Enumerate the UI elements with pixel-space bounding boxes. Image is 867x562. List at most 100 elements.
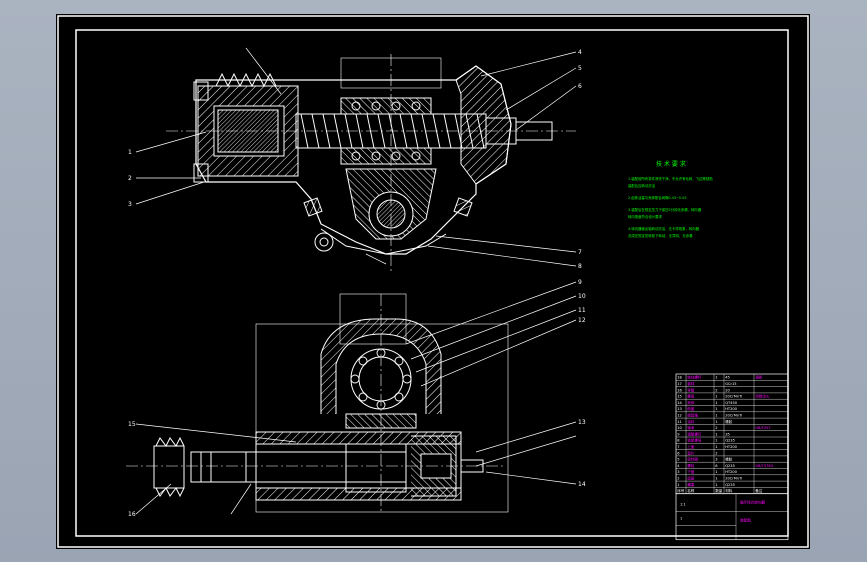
- leader-number: 2: [128, 175, 132, 182]
- parts-table-cell: 壳体: [687, 400, 695, 405]
- parts-table-cell: 15: [677, 395, 682, 399]
- parts-table-cell: 7: [677, 445, 679, 449]
- parts-table-cell: HT200: [725, 407, 737, 411]
- bottom-section-view: [126, 293, 509, 514]
- parts-table-cell: 1: [677, 483, 679, 487]
- parts-table-cell: 齿扇: [687, 476, 695, 481]
- parts-table-cell: 螺塞: [687, 482, 695, 487]
- leader-number: 8: [578, 263, 582, 270]
- parts-table-cell: 20: [725, 388, 730, 392]
- leader-number: 15: [128, 421, 136, 428]
- parts-table-cell: 8: [677, 439, 680, 443]
- parts-table-cell: 9: [677, 432, 680, 436]
- title-block-drawing-no: 装配图: [740, 518, 751, 523]
- leader-number: 14: [578, 481, 586, 488]
- parts-table-header: 数量: [715, 488, 723, 493]
- parts-table-cell: 45: [725, 376, 730, 380]
- parts-table-cell: 13: [677, 407, 682, 411]
- parts-table-cell: 螺母: [687, 394, 695, 399]
- parts-table-cell: GB/T5783: [755, 464, 773, 468]
- title-block-sheet: 1: [680, 517, 682, 521]
- parts-table-cell: HT200: [725, 445, 737, 449]
- parts-table: 18 转向螺杆 1 45 调质17 钢球 GCr1516 导管 2 2015 螺母 1 20CrMnTi…: [675, 373, 789, 541]
- parts-table-cell: 上盖: [687, 444, 695, 449]
- note-line: 3.装配后在规定压力下保压5分钟无渗漏，转向器: [628, 207, 702, 212]
- note-line: 装配后应转动灵活: [628, 183, 656, 188]
- notes-title: 技 术 要 求: [656, 160, 686, 168]
- leader-number: 6: [578, 83, 582, 90]
- parts-table-cell: 1: [715, 420, 717, 424]
- parts-table-cell: 1: [715, 376, 717, 380]
- parts-table-cell: 1: [715, 401, 717, 405]
- note-line: 1.装配前所有零件清洗干净，不允许有毛刺、飞边等缺陷: [628, 176, 713, 181]
- cad-viewport[interactable]: 1 2 3 4 5 6 7 8 9 10 11 12 13 14 15 16 技…: [56, 14, 810, 549]
- parts-table-cell: 14: [677, 401, 682, 405]
- parts-table-cell: 转向螺杆: [687, 375, 702, 380]
- parts-table-cell: 10: [677, 426, 682, 430]
- top-section-view: [166, 54, 576, 274]
- parts-table-cell: 20CrMnTi: [725, 414, 742, 418]
- parts-table-cell: 20CrMnTi: [725, 395, 742, 399]
- leader-number: 12: [578, 317, 586, 324]
- note-line: 转向角度符合设计要求: [628, 214, 663, 219]
- parts-table-cell: 3: [715, 458, 717, 462]
- parts-table-cell: 密封圈: [687, 457, 698, 462]
- parts-table-cell: 1: [715, 407, 717, 411]
- parts-table-header: 名称: [687, 488, 695, 493]
- title-block-name: 循环球式转向器: [740, 500, 766, 505]
- parts-table-cell: 下盖: [687, 469, 695, 474]
- parts-table-cell: 渗碳淬火: [755, 394, 770, 399]
- parts-table-cell: Q235: [725, 439, 735, 443]
- parts-table-cell: 侧盖: [687, 406, 695, 411]
- parts-table-cell: 3: [677, 470, 679, 474]
- parts-table-cell: 轴承: [687, 425, 695, 430]
- parts-table-header: 序号: [677, 488, 685, 493]
- note-line: 2.齿条活塞与壳体配合间隙0.03~0.05: [628, 195, 686, 200]
- leader-number: 13: [578, 419, 586, 426]
- parts-table-cell: 16: [677, 388, 682, 392]
- parts-table-cell: Q235: [725, 483, 735, 487]
- leader-number: 11: [578, 307, 586, 314]
- leader-number: 1: [128, 149, 132, 156]
- parts-table-cell: 1: [715, 483, 717, 487]
- leader-number: 3: [128, 201, 132, 208]
- parts-table-cell: 调整螺钉: [687, 431, 702, 436]
- parts-table-cell: 橡胶: [725, 457, 733, 462]
- leader-number: 9: [578, 279, 582, 286]
- parts-table-cell: 垫片: [687, 450, 695, 455]
- parts-table-cell: 6: [715, 464, 718, 468]
- parts-table-cell: 1: [715, 477, 717, 481]
- leader-number: 7: [578, 249, 582, 256]
- parts-table-cell: GCr15: [725, 382, 736, 386]
- parts-table-cell: 5: [677, 458, 679, 462]
- parts-table-cell: 2: [677, 477, 679, 481]
- technical-notes: 技 术 要 求 1.装配前所有零件清洗干净，不允许有毛刺、飞边等缺陷 装配后应转…: [628, 160, 713, 238]
- parts-table-cell: 2: [715, 388, 717, 392]
- parts-table-cell: 1: [715, 432, 717, 436]
- parts-table-cell: 调质: [755, 375, 763, 380]
- parts-table-cell: 2: [715, 426, 717, 430]
- parts-table-cell: 1: [715, 395, 717, 399]
- parts-table-header: 备注: [755, 488, 763, 493]
- parts-table-cell: 1: [715, 470, 717, 474]
- parts-table-cell: 1: [715, 439, 717, 443]
- parts-table-cell: 35: [725, 432, 730, 436]
- parts-table-cell: 12: [677, 414, 682, 418]
- parts-table-cell: 6: [677, 451, 680, 455]
- parts-table-cell: 2: [715, 451, 717, 455]
- parts-table-cell: 4: [677, 464, 680, 468]
- parts-table-cell: 1: [715, 445, 717, 449]
- title-block-scale: 1:1: [680, 503, 686, 507]
- assembly-drawing: 1 2 3 4 5 6 7 8 9 10 11 12 13 14 15 16 技…: [57, 15, 809, 548]
- parts-table-cell: 锁紧螺母: [687, 438, 702, 443]
- leader-number: 4: [578, 49, 582, 56]
- note-line: 总成在规定的转矩下转动，无异响，无渗漏: [628, 233, 693, 238]
- parts-table-cell: Q235: [725, 464, 735, 468]
- leader-number: 16: [128, 511, 136, 518]
- parts-table-cell: 11: [677, 420, 682, 424]
- parts-table-cell: 油封: [687, 419, 695, 424]
- parts-table-cell: GB/T297: [755, 426, 771, 430]
- leader-number: 5: [578, 65, 582, 72]
- parts-table-cell: 1: [715, 414, 717, 418]
- note-line: 4.转向器输出轴转动灵活，无卡滞现象，转向器: [628, 226, 700, 231]
